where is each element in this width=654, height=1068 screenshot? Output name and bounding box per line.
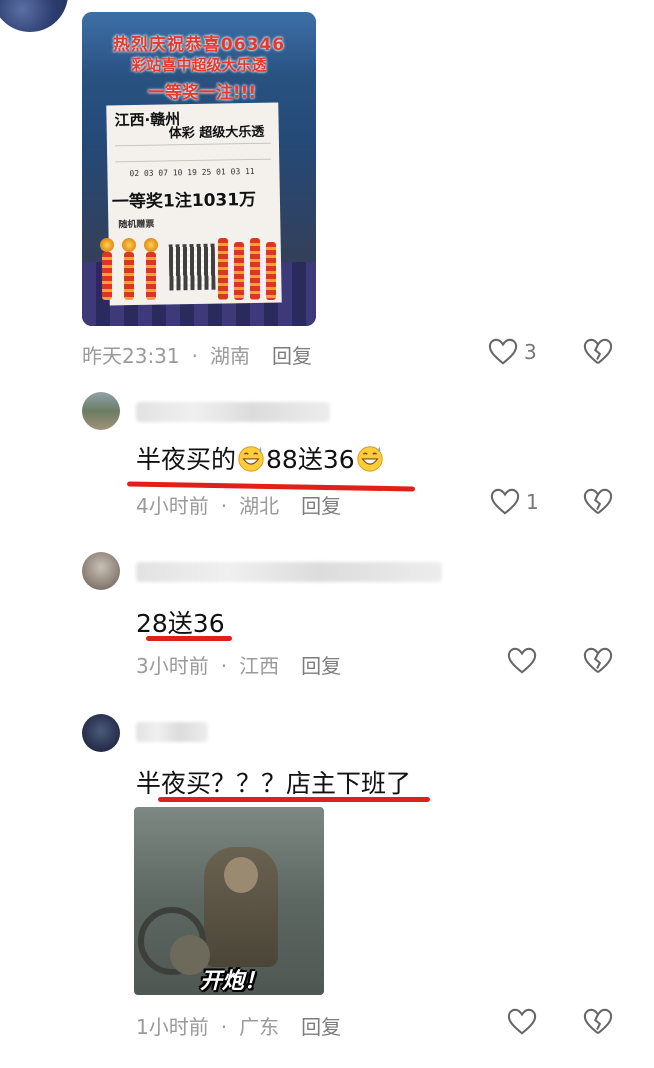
broken-heart-icon[interactable]: [583, 337, 613, 367]
ticket-divider: [115, 158, 272, 163]
comment-time: 昨天23:31: [82, 344, 180, 368]
firework-icon: [124, 252, 134, 300]
reply-button[interactable]: 回复: [272, 344, 312, 368]
red-underline-annotation: [158, 797, 430, 802]
ticket-random: 随机赠票: [118, 219, 155, 231]
reply-text-part: 88送36: [266, 445, 355, 474]
reply-meta: 3小时前 · 江西 回复: [136, 650, 341, 679]
meta-separator: ·: [220, 1015, 228, 1039]
broken-heart-icon[interactable]: [583, 487, 613, 517]
ticket-prize: 一等奖1注1031万: [111, 189, 257, 213]
photo-banner-line2: 彩站喜中超级大乐透: [131, 56, 267, 74]
like-count: 3: [524, 340, 537, 364]
firework-icon: [146, 252, 156, 300]
reply-location: 广东: [239, 1015, 280, 1039]
lottery-ticket-photo[interactable]: 热烈庆祝恭喜06346 彩站喜中超级大乐透 一等奖一注!!! 江西·赣州 体彩 …: [82, 12, 316, 326]
comment-location: 湖南: [210, 344, 250, 368]
reply-meta: 4小时前 · 湖北 回复: [136, 490, 341, 519]
broken-heart-icon[interactable]: [583, 1007, 613, 1037]
heart-outline-icon[interactable]: [507, 646, 537, 676]
heart-outline-icon[interactable]: [488, 337, 518, 367]
meta-separator: ·: [191, 344, 198, 368]
broken-heart-icon[interactable]: [583, 646, 613, 676]
firework-icon: [234, 242, 244, 300]
firework-icon: [100, 238, 114, 252]
reply-gif-image[interactable]: 开炮！: [134, 807, 324, 995]
comment-meta: 昨天23:31 · 湖南 回复: [82, 340, 312, 369]
reply-text: 半夜买？？？店主下班了: [136, 769, 412, 798]
reply-time: 1小时前: [136, 1015, 209, 1039]
reply-username-blurred[interactable]: [136, 402, 330, 422]
grinning-sweat-emoji-icon: [238, 446, 264, 472]
ticket-qr-code: [168, 243, 216, 291]
meta-separator: ·: [220, 654, 228, 678]
ticket-numbers: 02 03 07 10 19 25 01 03 11: [129, 166, 255, 179]
reply-text: 28送36: [136, 609, 225, 638]
reply-location: 湖北: [239, 494, 280, 518]
meta-separator: ·: [220, 494, 228, 518]
firework-icon: [102, 252, 112, 300]
reply-username-blurred[interactable]: [136, 562, 442, 582]
firework-icon: [122, 238, 136, 252]
firework-icon: [266, 242, 276, 300]
gif-figure: [224, 857, 258, 893]
photo-banner-line1: 热烈庆祝恭喜06346: [112, 35, 286, 55]
firework-icon: [218, 238, 228, 300]
reply-avatar[interactable]: [82, 552, 120, 590]
reply-username-blurred[interactable]: [136, 722, 208, 742]
reply-text: 半夜买的 88送36: [136, 440, 385, 476]
ticket-subtitle: 体彩 超级大乐透: [168, 124, 265, 142]
firework-icon: [250, 238, 260, 300]
heart-outline-icon[interactable]: [507, 1007, 537, 1037]
like-count: 1: [526, 490, 539, 514]
reply-time: 3小时前: [136, 654, 209, 678]
reply-meta: 1小时前 · 广东 回复: [136, 1011, 341, 1040]
red-underline-annotation: [146, 636, 232, 641]
reply-text-part: 半夜买的: [136, 445, 237, 474]
reply-button[interactable]: 回复: [301, 1015, 341, 1039]
gif-caption: 开炮！: [200, 969, 267, 994]
reply-button[interactable]: 回复: [301, 654, 341, 678]
firework-icon: [144, 238, 158, 252]
heart-outline-icon[interactable]: [490, 487, 520, 517]
reply-button[interactable]: 回复: [301, 494, 341, 518]
commenter-avatar[interactable]: [0, 0, 68, 32]
grinning-sweat-emoji-icon: [356, 446, 383, 472]
reply-avatar[interactable]: [82, 392, 120, 430]
ticket-divider: [114, 142, 271, 147]
reply-location: 江西: [239, 654, 280, 678]
reply-avatar[interactable]: [82, 714, 120, 752]
reply-time: 4小时前: [136, 494, 209, 518]
photo-banner-line3: 一等奖一注!!!: [147, 83, 257, 103]
